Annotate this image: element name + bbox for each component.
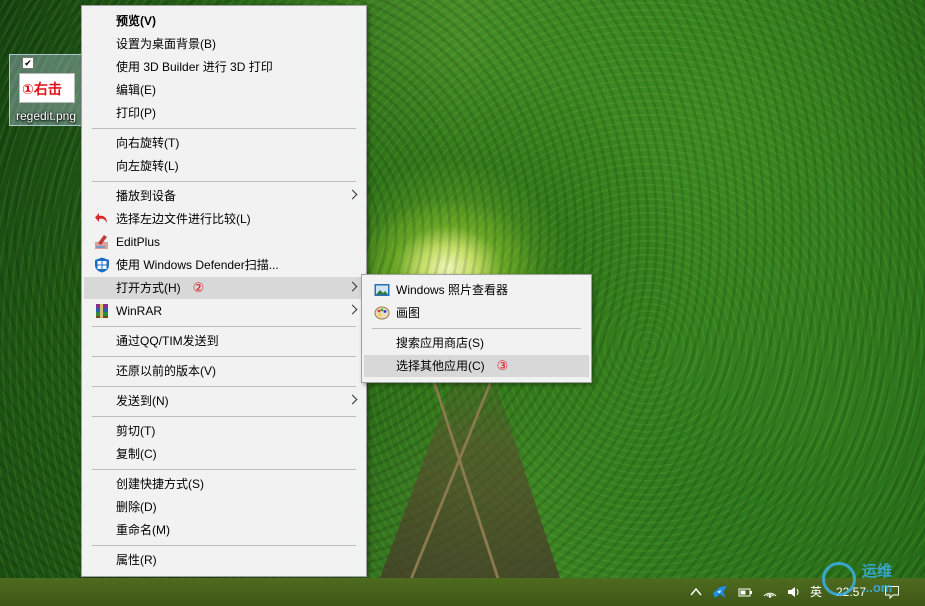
compare-arrow-icon	[95, 213, 107, 223]
wifi-icon[interactable]	[762, 584, 778, 600]
paint-icon	[374, 306, 390, 320]
winrar-icon	[96, 304, 108, 318]
menu-item-label: 打开方式(H)	[116, 281, 181, 295]
menu-item-label: 预览(V)	[116, 14, 156, 28]
context-menu: 预览(V) 设置为桌面背景(B) 使用 3D Builder 进行 3D 打印 …	[81, 5, 367, 577]
menu-item-rename[interactable]: 重命名(M)	[84, 519, 364, 541]
menu-item-label: 播放到设备	[116, 189, 177, 203]
windows-defender-shield-icon	[95, 257, 109, 273]
photo-viewer-icon	[374, 284, 390, 296]
menu-separator	[372, 328, 581, 329]
menu-item-defender-scan[interactable]: 使用 Windows Defender扫描...	[84, 254, 364, 276]
menu-item-print[interactable]: 打印(P)	[84, 102, 364, 124]
checkbox-icon[interactable]: ✔	[22, 57, 34, 69]
file-name-label: regedit.png	[15, 109, 77, 123]
menu-item-rotate-left[interactable]: 向左旋转(L)	[84, 155, 364, 177]
menu-separator	[92, 356, 356, 357]
menu-item-copy[interactable]: 复制(C)	[84, 443, 364, 465]
menu-item-label: 选择其他应用(C)	[396, 359, 485, 373]
menu-item-send-to[interactable]: 发送到(N)	[84, 390, 364, 412]
watermark-circle-icon	[822, 562, 856, 596]
step-annotation: ①右击	[22, 82, 62, 98]
menu-item-label: 画图	[396, 306, 421, 320]
menu-item-label: 编辑(E)	[116, 83, 156, 97]
volume-icon[interactable]	[786, 584, 802, 600]
open-with-submenu: Windows 照片查看器 画图 搜索应用商店(S) 选择其他应用(C) ③	[361, 274, 592, 383]
menu-item-editplus[interactable]: EditPlus	[84, 231, 364, 253]
menu-item-rotate-right[interactable]: 向右旋转(T)	[84, 132, 364, 154]
menu-item-label: WinRAR	[116, 304, 163, 318]
menu-item-restore-versions[interactable]: 还原以前的版本(V)	[84, 360, 364, 382]
submenu-item-photo-viewer[interactable]: Windows 照片查看器	[364, 279, 589, 301]
step-marker: ③	[496, 358, 509, 373]
submenu-item-choose-another-app[interactable]: 选择其他应用(C) ③	[364, 355, 589, 377]
watermark-text: ...om	[862, 580, 893, 595]
menu-separator	[92, 128, 356, 129]
menu-item-label: 打印(P)	[116, 106, 156, 120]
menu-item-label: 搜索应用商店(S)	[396, 336, 484, 350]
menu-separator	[92, 386, 356, 387]
battery-plug-icon[interactable]	[738, 584, 754, 600]
menu-item-label: 还原以前的版本(V)	[116, 364, 216, 378]
menu-item-create-shortcut[interactable]: 创建快捷方式(S)	[84, 473, 364, 495]
menu-item-label: 发送到(N)	[116, 394, 169, 408]
submenu-item-paint[interactable]: 画图	[364, 302, 589, 324]
menu-item-label: Windows 照片查看器	[396, 283, 509, 297]
menu-item-compare-left[interactable]: 选择左边文件进行比较(L)	[84, 208, 364, 230]
menu-item-cut[interactable]: 剪切(T)	[84, 420, 364, 442]
desktop-file-icon[interactable]: ✔ ①右击 regedit.png	[9, 54, 83, 126]
chevron-right-icon	[347, 189, 358, 200]
menu-item-label: 重命名(M)	[116, 523, 170, 537]
menu-item-label: 属性(R)	[116, 553, 157, 567]
menu-item-open-with[interactable]: 打开方式(H) ②	[84, 277, 364, 299]
ime-indicator[interactable]: 英	[810, 578, 822, 606]
chevron-right-icon	[347, 304, 358, 315]
watermark-text: 运维	[862, 563, 893, 580]
menu-separator	[92, 545, 356, 546]
submenu-item-search-store[interactable]: 搜索应用商店(S)	[364, 332, 589, 354]
menu-item-label: 使用 Windows Defender扫描...	[116, 258, 279, 272]
menu-separator	[92, 469, 356, 470]
menu-item-label: 剪切(T)	[116, 424, 156, 438]
menu-item-label: 创建快捷方式(S)	[116, 477, 204, 491]
editplus-icon	[95, 235, 108, 249]
menu-item-label: 复制(C)	[116, 447, 157, 461]
chevron-right-icon	[347, 281, 358, 292]
menu-separator	[92, 416, 356, 417]
menu-item-delete[interactable]: 删除(D)	[84, 496, 364, 518]
bird-app-icon[interactable]	[712, 584, 728, 600]
menu-item-edit[interactable]: 编辑(E)	[84, 79, 364, 101]
menu-item-set-wallpaper[interactable]: 设置为桌面背景(B)	[84, 33, 364, 55]
menu-item-label: 通过QQ/TIM发送到	[116, 334, 219, 348]
menu-item-properties[interactable]: 属性(R)	[84, 549, 364, 571]
menu-separator	[92, 326, 356, 327]
menu-item-label: EditPlus	[116, 235, 161, 249]
menu-item-winrar[interactable]: WinRAR	[84, 300, 364, 322]
taskbar: 英 22:57	[0, 578, 925, 606]
step-marker: ②	[192, 280, 205, 295]
menu-item-3d-print[interactable]: 使用 3D Builder 进行 3D 打印	[84, 56, 364, 78]
menu-item-label: 选择左边文件进行比较(L)	[116, 212, 251, 226]
menu-item-label: 向左旋转(L)	[116, 159, 179, 173]
menu-item-label: 设置为桌面背景(B)	[116, 37, 216, 51]
menu-item-label: 向右旋转(T)	[116, 136, 180, 150]
menu-item-cast-to-device[interactable]: 播放到设备	[84, 185, 364, 207]
menu-item-label: 使用 3D Builder 进行 3D 打印	[116, 60, 273, 74]
menu-item-preview[interactable]: 预览(V)	[84, 10, 364, 32]
menu-item-send-via-qq[interactable]: 通过QQ/TIM发送到	[84, 330, 364, 352]
menu-item-label: 删除(D)	[116, 500, 157, 514]
site-watermark-logo: 运维 ...om	[822, 558, 922, 602]
chevron-right-icon	[347, 394, 358, 405]
menu-separator	[92, 181, 356, 182]
chevron-up-icon[interactable]	[688, 584, 704, 600]
